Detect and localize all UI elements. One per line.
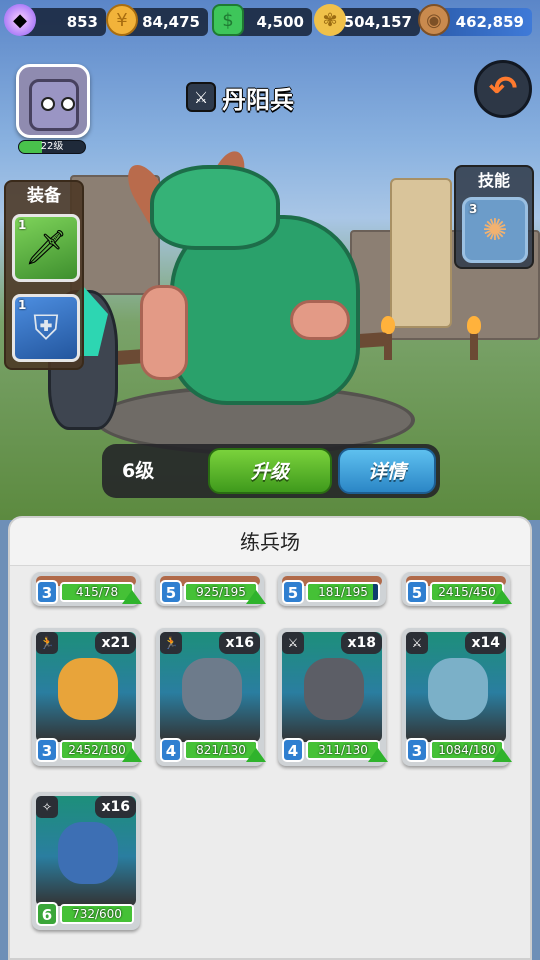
wheat-value: 504,157 xyxy=(343,13,412,31)
unit-card-level: 5 xyxy=(282,580,304,604)
unit-portrait-face xyxy=(182,658,242,720)
equipment-panel: 装备 🗡 1 ⛨ 1 xyxy=(4,180,84,370)
coin-value: 84,475 xyxy=(142,13,200,31)
wheat-icon: ✾ xyxy=(314,4,346,36)
avatar-eye xyxy=(61,97,75,111)
gem-value: 853 xyxy=(66,13,98,31)
unit-portrait-face xyxy=(58,822,118,884)
equipment-header: 装备 xyxy=(27,186,61,206)
unit-card-level: 6 xyxy=(36,902,58,926)
barracks-title: 练兵场 xyxy=(10,518,530,566)
torch-flame xyxy=(467,316,481,334)
upgrade-arrow-icon xyxy=(492,748,512,762)
torch-flame xyxy=(381,316,395,334)
unit-action-bar: 6级 升级 详情 xyxy=(102,444,440,498)
upgrade-arrow-icon xyxy=(368,748,388,762)
unit-card[interactable]: ✧ x16 6 732/600 xyxy=(32,792,140,930)
unit-card[interactable]: 5 925/195 xyxy=(156,572,266,606)
unit-card-level: 3 xyxy=(406,738,428,762)
unit-title: ⚔ 丹阳兵 xyxy=(186,80,294,114)
skill-slot[interactable]: ✺ 3 xyxy=(462,197,528,263)
unit-card-level: 3 xyxy=(36,738,58,762)
wood-icon: ◉ xyxy=(418,4,450,36)
ticket-icon: $ xyxy=(212,4,244,36)
unit-portrait-face xyxy=(428,658,488,720)
equipment-slot-weapon[interactable]: 🗡 1 xyxy=(12,214,80,282)
back-arrow-icon: ↶ xyxy=(488,69,518,109)
unit-card-level: 3 xyxy=(36,580,58,604)
gem-icon: ◆ xyxy=(4,4,36,36)
sword-icon: ⚔ xyxy=(406,632,428,654)
ticket-value: 4,500 xyxy=(256,13,304,31)
equipment-count: 1 xyxy=(18,298,27,312)
unit-card[interactable]: 3 415/78 xyxy=(32,572,142,606)
wood-value: 462,859 xyxy=(455,13,524,31)
unit-card[interactable]: 5 181/195 xyxy=(278,572,386,606)
player-level-label: 22级 xyxy=(40,141,64,152)
sword-icon: ⚔ xyxy=(186,82,216,112)
unit-card-level: 4 xyxy=(282,738,304,762)
unit-portrait-face xyxy=(58,658,118,720)
upgrade-arrow-icon xyxy=(246,748,266,762)
hero-head xyxy=(150,165,280,250)
unit-card[interactable]: 5 2415/450 xyxy=(402,572,512,606)
unit-card-quantity: x21 xyxy=(95,632,136,654)
player-avatar[interactable] xyxy=(16,64,90,138)
unit-card-grid[interactable]: 3 415/78 5 925/195 5 181/195 5 2415/450 🏃 x21 3 245… xyxy=(10,566,530,958)
stone-statue xyxy=(390,178,452,328)
unit-card[interactable]: 🏃 x16 4 821/130 xyxy=(156,628,266,766)
hero-arm xyxy=(290,300,350,340)
unit-card-quantity: x18 xyxy=(341,632,382,654)
barracks-panel: 练兵场 3 415/78 5 925/195 5 181/195 5 2415/450 🏃 x21… xyxy=(8,516,532,960)
unit-card-progress-text: 732/600 xyxy=(72,907,122,921)
avatar-eye xyxy=(41,97,55,111)
sword-icon: ⚔ xyxy=(282,632,304,654)
unit-card-level: 4 xyxy=(160,738,182,762)
skill-panel: 技能 ✺ 3 xyxy=(454,165,534,269)
upgrade-button[interactable]: 升级 xyxy=(208,448,332,494)
unit-card-quantity: x16 xyxy=(219,632,260,654)
unit-card-progress: 732/600 xyxy=(60,904,134,924)
skill-count: 3 xyxy=(469,202,478,216)
magic-icon: ✧ xyxy=(36,796,58,818)
run-icon: 🏃 xyxy=(36,632,58,654)
unit-level: 6级 xyxy=(122,460,155,482)
unit-card[interactable]: 🏃 x21 3 2452/180 xyxy=(32,628,142,766)
upgrade-arrow-icon xyxy=(492,590,512,604)
unit-name: 丹阳兵 xyxy=(222,85,294,114)
detail-button[interactable]: 详情 xyxy=(338,448,436,494)
unit-card-quantity: x16 xyxy=(95,796,136,818)
back-button[interactable]: ↶ xyxy=(474,60,532,118)
run-icon: 🏃 xyxy=(160,632,182,654)
hero-arm xyxy=(140,285,188,380)
skill-header: 技能 xyxy=(477,171,510,190)
player-level-bar: 22级 xyxy=(18,140,86,154)
unit-card-level: 5 xyxy=(406,580,428,604)
wood-count[interactable]: 462,859 xyxy=(436,8,532,36)
unit-portrait-face xyxy=(304,658,364,720)
unit-card-quantity: x14 xyxy=(465,632,506,654)
unit-card-progress: 181/195 xyxy=(306,582,380,602)
equipment-count: 1 xyxy=(18,218,27,232)
torch xyxy=(470,330,478,360)
unit-card-progress-text: 181/195 xyxy=(318,585,368,599)
upgrade-arrow-icon xyxy=(122,590,142,604)
upgrade-arrow-icon xyxy=(122,748,142,762)
unit-card[interactable]: ⚔ x18 4 311/130 xyxy=(278,628,388,766)
unit-card-level: 5 xyxy=(160,580,182,604)
unit-card[interactable]: ⚔ x14 3 1084/180 xyxy=(402,628,512,766)
equipment-slot-armor[interactable]: ⛨ 1 xyxy=(12,294,80,362)
coin-icon: ¥ xyxy=(106,4,138,36)
upgrade-arrow-icon xyxy=(246,590,266,604)
